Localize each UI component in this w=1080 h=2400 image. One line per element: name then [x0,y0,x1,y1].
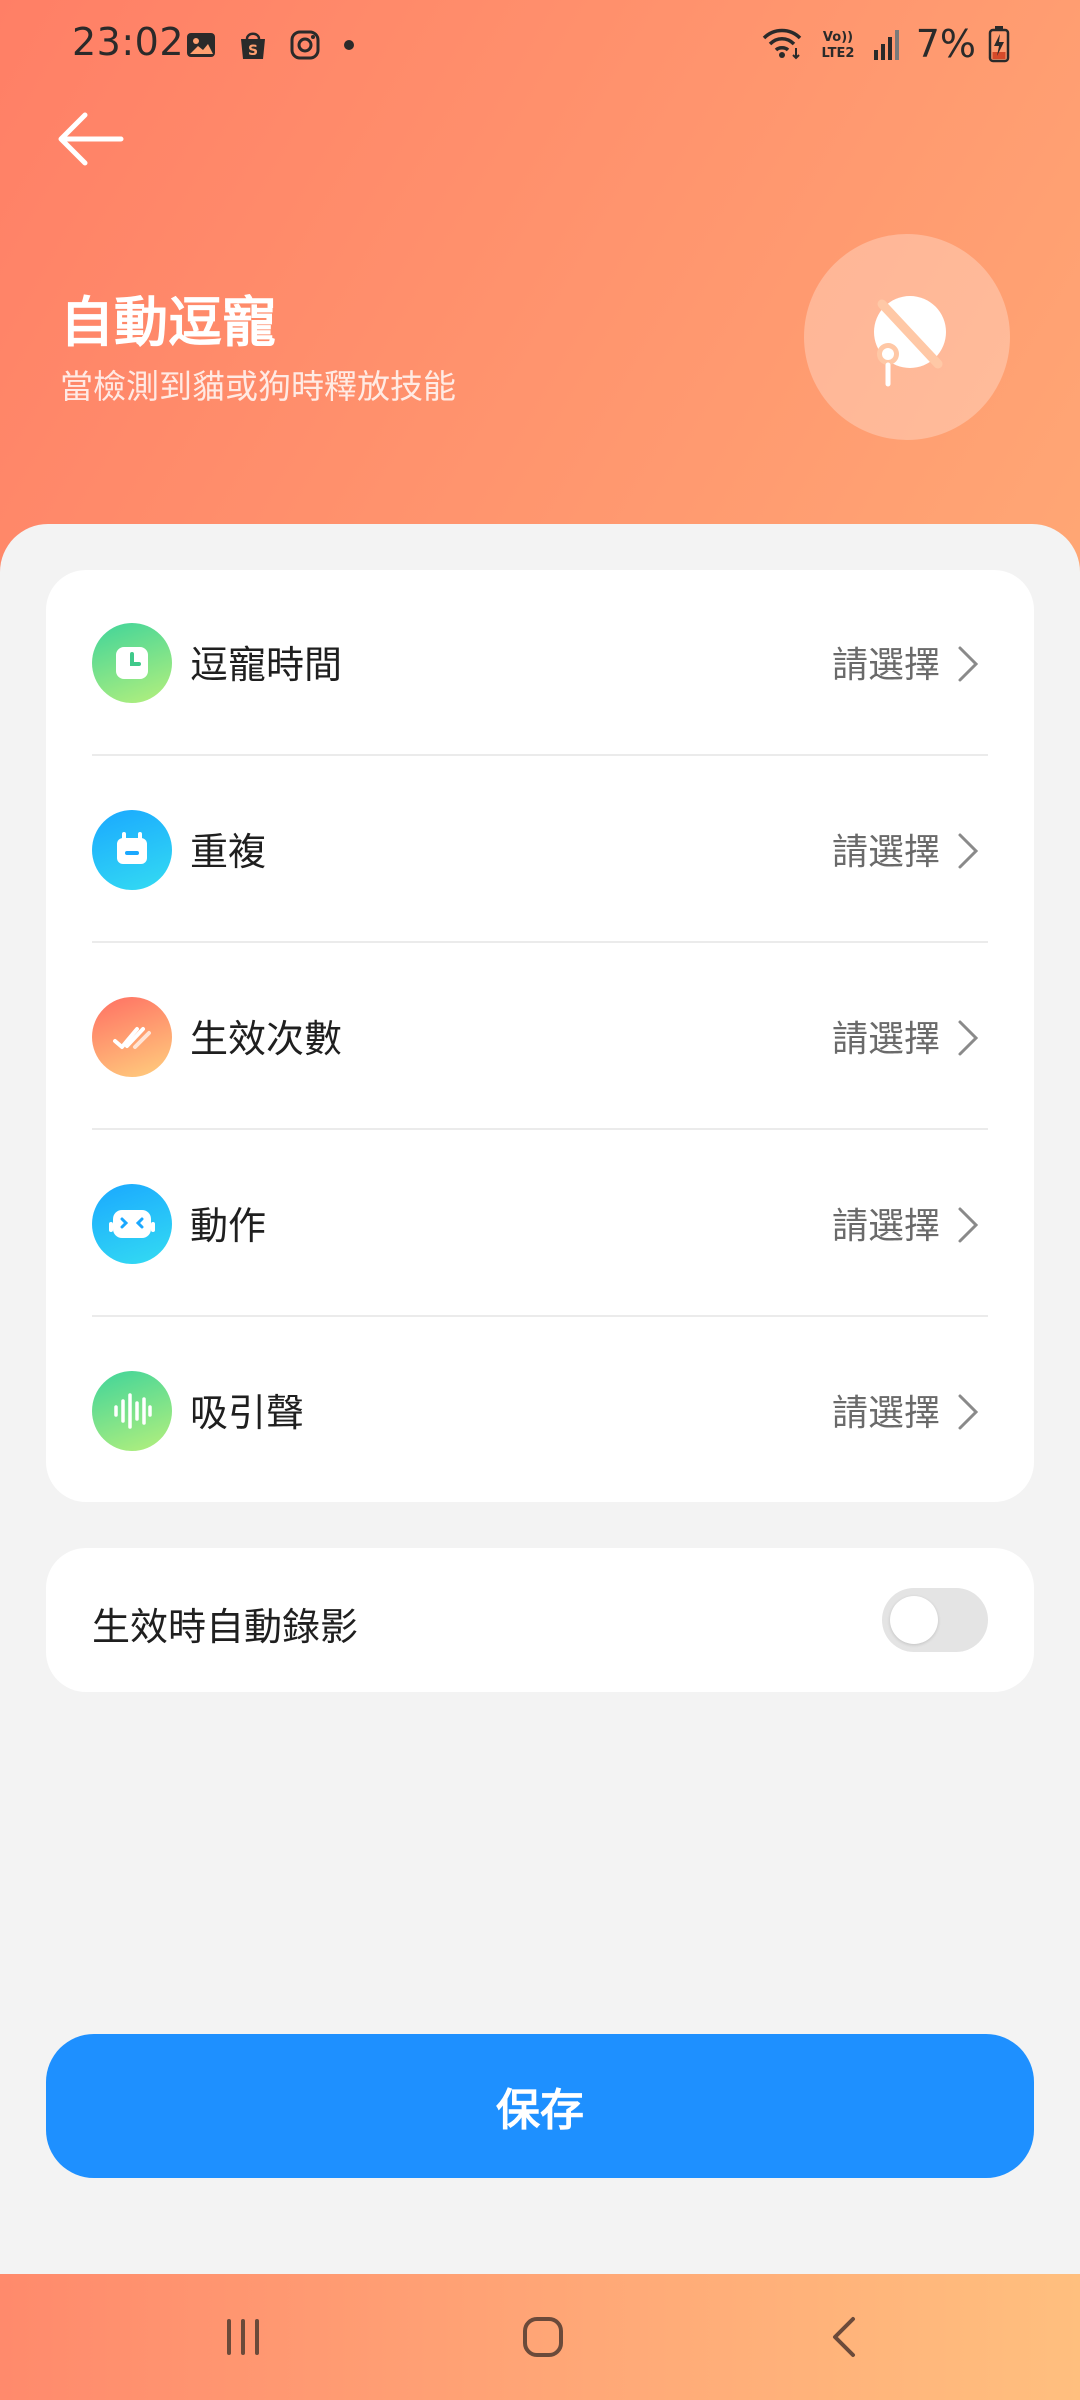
svg-text:S: S [248,43,258,59]
clock-icon [92,623,172,703]
row-label: 逗寵時間 [190,643,343,687]
svg-text:LTE2: LTE2 [821,46,854,61]
instagram-icon [290,30,320,60]
recent-apps-icon [227,2319,259,2355]
chevron-right-icon [958,646,979,682]
back-nav-icon [833,2317,855,2357]
setting-row-attract-sound[interactable]: 吸引聲 請選擇 [46,1318,1034,1504]
shopee-icon: S [241,32,265,59]
status-time: 23:02 [72,20,185,64]
battery-percent: 7% [915,22,976,66]
notification-icons: S [184,28,354,62]
chevron-right-icon [958,833,979,869]
svg-text:Vo)): Vo)) [823,30,853,45]
auto-record-label: 生效時自動錄影 [92,1605,359,1649]
settings-card: 逗寵時間 請選擇 重複 請選擇 生效次數 請選擇 動作 請選擇 吸引聲 請選擇 [46,570,1034,1502]
save-button[interactable]: 保存 [46,2034,1034,2178]
setting-row-action[interactable]: 動作 請選擇 [46,1131,1034,1317]
toggle-knob [890,1596,938,1644]
auto-record-card: 生效時自動錄影 [46,1548,1034,1692]
sound-wave-icon [92,1371,172,1451]
chevron-right-icon [958,1394,979,1430]
row-value: 請選擇 [831,1393,940,1434]
row-label: 動作 [190,1204,267,1248]
chevron-right-icon [958,1020,979,1056]
row-value: 請選擇 [831,1206,940,1247]
home-button[interactable] [498,2304,588,2370]
auto-record-toggle[interactable] [882,1588,988,1652]
setting-row-play-time[interactable]: 逗寵時間 請選擇 [46,570,1034,756]
row-label: 生效次數 [190,1017,343,1061]
status-bar: 23:02 S Vo)) LTE2 7% [0,0,1080,90]
volte-icon: Vo)) LTE2 [821,30,854,61]
page-subtitle: 當檢測到貓或狗時釋放技能 [60,367,456,406]
system-nav-bar [0,2274,1080,2400]
divider [92,1128,988,1130]
calendar-icon [92,810,172,890]
double-check-icon [92,997,172,1077]
setting-row-effective-count[interactable]: 生效次數 請選擇 [46,944,1034,1130]
robot-face-icon [92,1184,172,1264]
recent-apps-button[interactable] [198,2304,288,2370]
row-label: 重複 [190,830,267,874]
page-title: 自動逗寵 [60,291,276,354]
wifi-icon [762,28,801,60]
header-badge [804,234,1010,440]
back-button[interactable] [50,104,130,174]
signal-icon [873,30,899,60]
divider [92,1315,988,1317]
content-sheet: 逗寵時間 請選擇 重複 請選擇 生效次數 請選擇 動作 請選擇 吸引聲 請選擇 … [0,524,1080,2274]
chevron-right-icon [958,1207,979,1243]
divider [92,941,988,943]
home-icon [523,2317,563,2357]
gallery-icon [187,33,215,57]
arrow-left-icon [58,112,124,166]
battery-charging-icon [988,26,1010,63]
row-value: 請選擇 [831,832,940,873]
row-label: 吸引聲 [190,1391,305,1435]
cat-toy-off-icon [874,296,946,387]
system-status-icons: Vo)) LTE2 7% [760,22,1010,66]
setting-row-repeat[interactable]: 重複 請選擇 [46,757,1034,943]
row-value: 請選擇 [831,1019,940,1060]
row-value: 請選擇 [831,645,940,686]
back-nav-button[interactable] [800,2304,890,2370]
divider [92,754,988,756]
notification-dot [344,40,354,50]
